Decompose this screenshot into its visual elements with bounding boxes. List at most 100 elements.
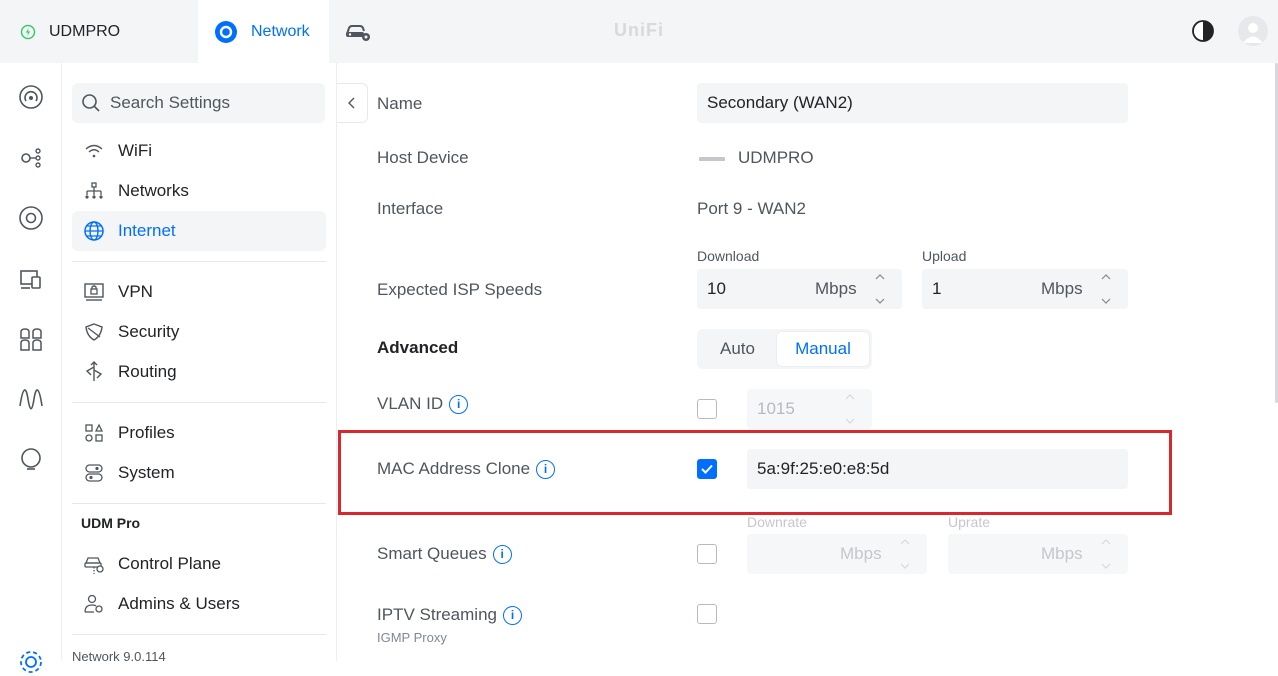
client-devices-icon[interactable] [17,265,45,293]
sidebar-item-label: Routing [118,362,177,381]
contrast-icon[interactable] [1190,18,1216,44]
sidebar-item-wifi[interactable]: WiFi [72,131,326,171]
uprate-unit: Mbps [1041,544,1083,563]
topology-icon[interactable] [17,144,45,172]
admins-icon [83,593,105,615]
sidebar-item-profiles[interactable]: Profiles [72,413,326,453]
search-input[interactable]: Search Settings [72,83,325,123]
wifi-icon [83,140,105,162]
download-unit: Mbps [815,279,857,298]
vlan-id-text: VLAN ID [377,394,444,413]
downrate-unit: Mbps [840,544,882,563]
info-icon[interactable]: i [492,545,512,565]
search-icon [82,94,100,112]
sidebar-item-label: Profiles [118,423,175,442]
iptv-checkbox[interactable] [697,604,717,624]
alarm-manager-icon[interactable] [17,445,45,473]
app-nav-rail [0,63,62,673]
sidebar-item-label: Security [118,322,180,341]
info-icon[interactable]: i [503,606,522,626]
section-title: UDM Pro [81,515,141,531]
udm-device-icon [699,157,725,161]
vlan-id-checkbox[interactable] [697,399,717,419]
globe-icon [83,220,105,242]
advanced-mode-toggle: Auto Manual [697,329,872,369]
sidebar-item-label: Control Plane [118,554,222,573]
chevron-down-icon [845,418,855,424]
user-avatar[interactable] [1238,16,1268,46]
sidebar-item-control-plane[interactable]: Control Plane [72,544,326,584]
smart-queues-label: Smart Queues i [377,544,512,565]
chevron-down-icon [1101,298,1111,304]
system-icon [83,462,105,484]
app-name: Network [251,22,310,40]
wan-settings-form: Name Secondary (WAN2) Host Device UDMPRO… [337,63,1278,661]
chevron-up-icon [900,539,910,545]
vehicle-gear-icon [344,22,372,42]
network-app-tab[interactable]: Network [198,0,329,63]
uprate-stepper[interactable] [1099,538,1113,570]
console-tab[interactable]: UDMPRO [0,0,198,63]
sidebar-item-vpn[interactable]: VPN [72,272,326,312]
upload-unit: Mbps [1041,279,1083,298]
info-icon[interactable]: i [449,395,469,415]
chevron-down-icon [875,298,885,304]
chevron-up-icon [875,274,885,280]
sidebar-item-security[interactable]: Security [72,312,326,352]
upload-value: 1 [932,279,942,298]
collapse-sidebar-button[interactable] [337,83,368,123]
top-bar: UDMPRO Network UniFi [0,0,1278,63]
name-field[interactable]: Secondary (WAN2) [697,83,1128,123]
sidebar-item-routing[interactable]: Routing [72,352,326,392]
vpn-icon [83,281,105,303]
sidebar-item-label: System [118,463,175,482]
insights-icon[interactable] [17,385,45,413]
network-app-icon [214,20,238,44]
sidebar-item-admins-users[interactable]: Admins & Users [72,584,326,624]
download-value: 10 [707,279,726,298]
sidebar-item-networks[interactable]: Networks [72,171,326,211]
interface-label: Interface [377,199,444,218]
devices-icon[interactable] [17,204,45,232]
sidebar-divider [72,261,326,262]
upload-stepper[interactable] [1099,273,1113,305]
iptv-label: IPTV Streaming i [377,605,522,626]
iptv-text: IPTV Streaming [377,605,497,624]
advanced-auto-option[interactable]: Auto [700,332,775,366]
smart-queues-text: Smart Queues [377,544,487,563]
dashboard-icon[interactable] [17,83,45,111]
sidebar-item-label: Admins & Users [118,594,240,613]
settings-gear-icon[interactable] [17,648,45,676]
upload-input[interactable]: 1 [922,269,1128,309]
downrate-label: Downrate [747,514,807,530]
highlight-box [338,430,1172,515]
iptv-sublabel: IGMP Proxy [377,630,447,645]
routing-icon [83,361,105,383]
innerspace-tab[interactable] [329,0,387,63]
download-label: Download [697,248,760,264]
advanced-manual-option[interactable]: Manual [777,332,869,366]
sidebar-item-label: Networks [118,181,189,200]
network-tree-icon [83,180,105,202]
sidebar-item-system[interactable]: System [72,453,326,493]
uprate-label: Uprate [948,514,991,530]
vlan-id-stepper[interactable] [843,393,857,425]
chevron-up-icon [1101,274,1111,280]
chevron-left-icon [348,97,355,109]
sidebar-divider [72,402,326,403]
download-stepper[interactable] [873,273,887,305]
chevron-up-icon [1101,539,1111,545]
download-input[interactable]: 10 [697,269,902,309]
settings-sidebar: Search Settings WiFi Networks Internet V… [62,63,337,664]
sidebar-item-label: VPN [118,282,153,301]
sidebar-item-internet[interactable]: Internet [72,211,326,251]
downrate-stepper[interactable] [898,538,912,570]
console-name: UDMPRO [49,22,121,40]
isp-speeds-label: Expected ISP Speeds [377,280,543,299]
shield-icon [83,321,105,343]
ports-icon[interactable] [17,325,45,353]
chevron-up-icon [845,394,855,400]
vlan-id-label: VLAN ID i [377,394,469,415]
sidebar-divider [72,634,326,635]
smart-queues-checkbox[interactable] [697,544,717,564]
